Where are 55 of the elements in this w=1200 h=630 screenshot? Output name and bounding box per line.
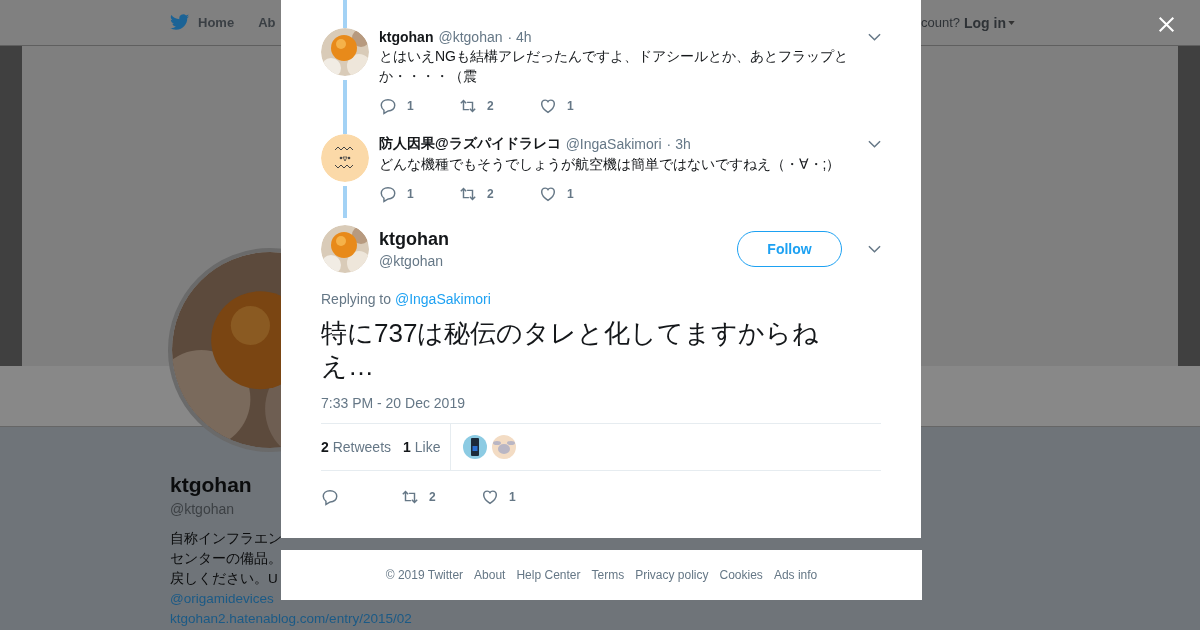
like-icon[interactable] <box>481 488 499 506</box>
login-link[interactable]: Log in <box>964 14 1015 31</box>
retweet-count: 2 <box>429 490 436 504</box>
footer-link[interactable]: Privacy policy <box>635 568 709 582</box>
reply-icon[interactable] <box>321 488 339 506</box>
chevron-down-icon[interactable] <box>868 140 881 148</box>
retweet-icon[interactable] <box>401 488 419 506</box>
like-count: 1 <box>567 99 574 113</box>
chevron-down-icon[interactable] <box>868 33 881 41</box>
reply-count: 1 <box>407 187 414 201</box>
retweet-count: 2 <box>487 187 494 201</box>
author-name[interactable]: 防人因果@ラズパイドラレコ <box>379 135 561 153</box>
footer-link[interactable]: Terms <box>591 568 625 582</box>
chevron-down-icon[interactable] <box>868 245 881 253</box>
tweet-timestamp: 7:33 PM - 20 Dec 2019 <box>321 395 466 411</box>
caret-icon <box>1008 20 1015 25</box>
footer-link[interactable]: Cookies <box>719 568 763 582</box>
login-prompt: count? <box>920 15 960 30</box>
tweet-text: とはいえNGも結構アレだったんですよ、ドアシールとか、あとフラップとか・・・・（震 <box>379 47 849 86</box>
nav-link[interactable]: Home <box>198 15 235 30</box>
reply-icon[interactable] <box>379 97 397 115</box>
like-stat[interactable]: 1 Like <box>403 439 441 455</box>
tweet-text: 特に737は秘伝のタレと化してますからねえ… <box>321 317 821 383</box>
mention-link[interactable]: @IngaSakimori <box>394 291 491 307</box>
footer-link[interactable]: Ads info <box>773 568 818 582</box>
retweet-count: 2 <box>487 99 494 113</box>
like-count: 1 <box>567 187 574 201</box>
bio-text: センターの備品。 <box>170 551 282 566</box>
bio-text: 戻しください。U <box>170 571 278 586</box>
retweet-icon[interactable] <box>459 97 477 115</box>
footer-link[interactable]: About <box>474 568 506 582</box>
bio-text: 自称インフラエン <box>170 531 282 546</box>
like-count: 1 <box>509 490 516 504</box>
tweet-text: どんな機種でもそうでしょうが航空機は簡単ではないですねえ（・∀・;） <box>379 155 842 174</box>
author-handle: @ktgohan <box>438 29 503 45</box>
author-name[interactable]: ktgohan <box>379 29 434 45</box>
author-name[interactable]: ktgohan <box>379 229 449 250</box>
retweet-stat[interactable]: 2 Retweets <box>321 439 392 455</box>
bird-icon <box>170 14 190 31</box>
retweet-icon[interactable] <box>459 185 477 203</box>
footer-link[interactable]: Help Center <box>516 568 581 582</box>
tweet-time: · 3h <box>666 136 691 152</box>
follow-button[interactable]: Follow <box>737 231 842 267</box>
close-icon[interactable] <box>1158 16 1175 33</box>
author-handle: @ktgohan <box>379 253 445 269</box>
like-icon[interactable] <box>539 97 557 115</box>
copyright-text: © 2019 Twitter <box>385 568 464 582</box>
reply-count: 1 <box>407 99 414 113</box>
like-icon[interactable] <box>539 185 557 203</box>
replying-label: Replying to <box>321 291 392 307</box>
tweet-time: · 4h <box>507 29 532 45</box>
reply-icon[interactable] <box>379 185 397 203</box>
author-handle: @IngaSakimori <box>565 136 662 152</box>
nav-link[interactable]: Ab <box>258 15 276 30</box>
profile-name: ktgohan <box>170 473 252 497</box>
